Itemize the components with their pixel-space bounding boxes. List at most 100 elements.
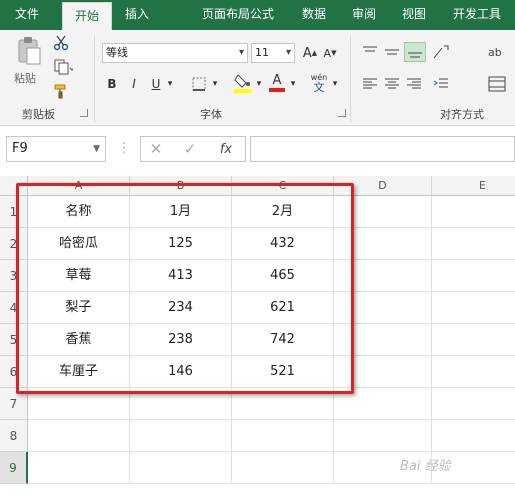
cell-b5[interactable]: 238 bbox=[130, 324, 232, 356]
row-header-6[interactable]: 6 bbox=[0, 356, 28, 388]
row-header-3[interactable]: 3 bbox=[0, 260, 28, 292]
phonetic-button[interactable]: wén 文 bbox=[306, 70, 332, 96]
cell-a7[interactable] bbox=[28, 388, 130, 420]
tab-developer[interactable]: 开发工具 bbox=[444, 0, 510, 30]
cell-d7[interactable] bbox=[334, 388, 432, 420]
row-header-5[interactable]: 5 bbox=[0, 324, 28, 356]
align-top-button[interactable] bbox=[360, 42, 380, 62]
fill-color-button[interactable] bbox=[232, 72, 254, 94]
font-launcher-icon[interactable] bbox=[338, 109, 346, 117]
cell-a3[interactable]: 草莓 bbox=[28, 260, 130, 292]
cell-a6[interactable]: 车厘子 bbox=[28, 356, 130, 388]
cell-e6[interactable] bbox=[432, 356, 515, 388]
row-header-9[interactable]: 9 bbox=[0, 452, 28, 484]
font-color-button[interactable]: A bbox=[266, 70, 288, 94]
align-right-button[interactable] bbox=[404, 74, 424, 94]
select-all-button[interactable] bbox=[0, 176, 28, 196]
cell-e7[interactable] bbox=[432, 388, 515, 420]
cell-c7[interactable] bbox=[232, 388, 334, 420]
row-header-1[interactable]: 1 bbox=[0, 196, 28, 228]
column-header-e[interactable]: E bbox=[432, 176, 515, 196]
cell-a9[interactable] bbox=[28, 452, 130, 484]
cell-d4[interactable] bbox=[334, 292, 432, 324]
cell-e3[interactable] bbox=[432, 260, 515, 292]
align-middle-button[interactable] bbox=[382, 42, 402, 62]
chevron-down-icon[interactable]: ▾ bbox=[164, 74, 176, 94]
cell-c3[interactable]: 465 bbox=[232, 260, 334, 292]
font-size-select[interactable]: 11 ▾ bbox=[251, 43, 295, 63]
cell-b3[interactable]: 413 bbox=[130, 260, 232, 292]
cell-e5[interactable] bbox=[432, 324, 515, 356]
row-header-2[interactable]: 2 bbox=[0, 228, 28, 260]
chevron-down-icon[interactable]: ▾ bbox=[210, 74, 220, 94]
name-box[interactable]: F9 ▼ bbox=[6, 136, 106, 162]
orientation-button[interactable] bbox=[430, 42, 452, 62]
formula-input[interactable] bbox=[250, 136, 515, 162]
tab-formulas[interactable]: 公式 bbox=[240, 0, 284, 30]
align-center-button[interactable] bbox=[382, 74, 402, 94]
cell-a1[interactable]: 名称 bbox=[28, 196, 130, 228]
enter-icon[interactable]: ✓ bbox=[180, 140, 200, 158]
clipboard-launcher-icon[interactable] bbox=[80, 109, 88, 117]
row-header-8[interactable]: 8 bbox=[0, 420, 28, 452]
grow-font-button[interactable]: A ▲ bbox=[302, 43, 318, 63]
italic-button[interactable]: I bbox=[126, 74, 142, 94]
tab-file[interactable]: 文件 bbox=[0, 0, 54, 30]
font-name-select[interactable]: 等线 ▾ bbox=[102, 43, 248, 63]
cell-b1[interactable]: 1月 bbox=[130, 196, 232, 228]
tab-view[interactable]: 视图 bbox=[392, 0, 436, 30]
cell-c5[interactable]: 742 bbox=[232, 324, 334, 356]
copy-button[interactable] bbox=[52, 58, 74, 76]
cell-e4[interactable] bbox=[432, 292, 515, 324]
cell-d6[interactable] bbox=[334, 356, 432, 388]
row-header-7[interactable]: 7 bbox=[0, 388, 28, 420]
cell-a8[interactable] bbox=[28, 420, 130, 452]
cell-d3[interactable] bbox=[334, 260, 432, 292]
cell-d1[interactable] bbox=[334, 196, 432, 228]
cell-b2[interactable]: 125 bbox=[130, 228, 232, 260]
cell-b7[interactable] bbox=[130, 388, 232, 420]
format-painter-button[interactable] bbox=[52, 82, 70, 100]
indent-button[interactable] bbox=[430, 74, 452, 94]
cell-a4[interactable]: 梨子 bbox=[28, 292, 130, 324]
chevron-down-icon[interactable]: ▾ bbox=[288, 74, 298, 94]
insert-function-icon[interactable]: fx bbox=[214, 140, 238, 158]
tab-data[interactable]: 数据 bbox=[292, 0, 336, 30]
column-header-d[interactable]: D bbox=[334, 176, 432, 196]
chevron-down-icon[interactable]: ▾ bbox=[254, 74, 264, 94]
cell-e2[interactable] bbox=[432, 228, 515, 260]
drag-handle-icon[interactable]: ⋮ bbox=[117, 140, 131, 156]
cell-b9[interactable] bbox=[130, 452, 232, 484]
shrink-font-button[interactable]: A ▼ bbox=[322, 43, 338, 63]
cell-b6[interactable]: 146 bbox=[130, 356, 232, 388]
merge-center-button[interactable] bbox=[486, 74, 508, 94]
column-header-a[interactable]: A bbox=[28, 176, 130, 196]
cell-e8[interactable] bbox=[432, 420, 515, 452]
align-bottom-button[interactable] bbox=[404, 42, 426, 62]
cell-c8[interactable] bbox=[232, 420, 334, 452]
tab-review[interactable]: 审阅 bbox=[342, 0, 386, 30]
cell-e1[interactable] bbox=[432, 196, 515, 228]
cell-d8[interactable] bbox=[334, 420, 432, 452]
cell-d2[interactable] bbox=[334, 228, 432, 260]
cell-c6[interactable]: 521 bbox=[232, 356, 334, 388]
border-button[interactable] bbox=[188, 74, 210, 94]
wrap-text-button[interactable]: ab bbox=[486, 42, 508, 62]
cell-c9[interactable] bbox=[232, 452, 334, 484]
cell-d5[interactable] bbox=[334, 324, 432, 356]
column-header-b[interactable]: B bbox=[130, 176, 232, 196]
underline-button[interactable]: U bbox=[148, 74, 164, 94]
cell-a5[interactable]: 香蕉 bbox=[28, 324, 130, 356]
align-left-button[interactable] bbox=[360, 74, 380, 94]
column-header-c[interactable]: C bbox=[232, 176, 334, 196]
tab-insert[interactable]: 插入 bbox=[114, 0, 160, 30]
cell-c4[interactable]: 621 bbox=[232, 292, 334, 324]
paste-button[interactable] bbox=[14, 36, 44, 66]
cut-button[interactable] bbox=[52, 34, 70, 52]
cell-c2[interactable]: 432 bbox=[232, 228, 334, 260]
cancel-icon[interactable]: ✕ bbox=[146, 140, 166, 158]
cell-b8[interactable] bbox=[130, 420, 232, 452]
cell-a2[interactable]: 哈密瓜 bbox=[28, 228, 130, 260]
cell-c1[interactable]: 2月 bbox=[232, 196, 334, 228]
cell-b4[interactable]: 234 bbox=[130, 292, 232, 324]
